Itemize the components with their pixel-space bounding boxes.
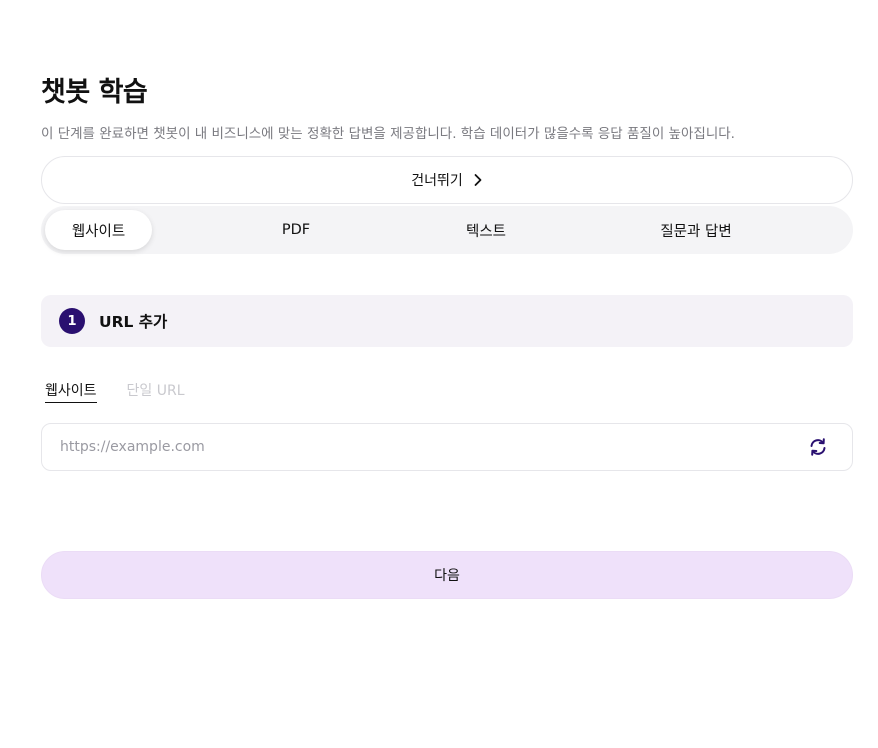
url-mode-tabs: 웹사이트 단일 URL [45,380,185,403]
chatbot-training-page: 챗봇 학습 이 단계를 완료하면 챗봇이 내 비즈니스에 맞는 정확한 답변을 … [0,0,878,748]
step-title: URL 추가 [99,313,168,331]
tab-text[interactable]: 텍스트 [431,210,541,250]
source-tab-bar: 웹사이트 PDF 텍스트 질문과 답변 [41,206,853,254]
url-input[interactable] [60,424,806,470]
tab-qa[interactable]: 질문과 답변 [636,210,756,250]
tab-pdf[interactable]: PDF [241,210,351,250]
tab-website[interactable]: 웹사이트 [45,210,152,250]
page-title: 챗봇 학습 [41,77,148,108]
subtab-website[interactable]: 웹사이트 [45,380,97,403]
refresh-icon[interactable] [806,435,830,459]
subtab-single-url[interactable]: 단일 URL [127,380,185,403]
step-number-badge: 1 [59,308,85,334]
url-field [41,423,853,471]
chevron-right-icon [473,173,483,187]
step-card: 1 URL 추가 [41,295,853,347]
skip-button-label: 건너뛰기 [411,173,463,189]
page-subtitle: 이 단계를 완료하면 챗봇이 내 비즈니스에 맞는 정확한 답변을 제공합니다.… [41,126,735,142]
next-button[interactable]: 다음 [41,551,853,599]
skip-button[interactable]: 건너뛰기 [41,156,853,204]
